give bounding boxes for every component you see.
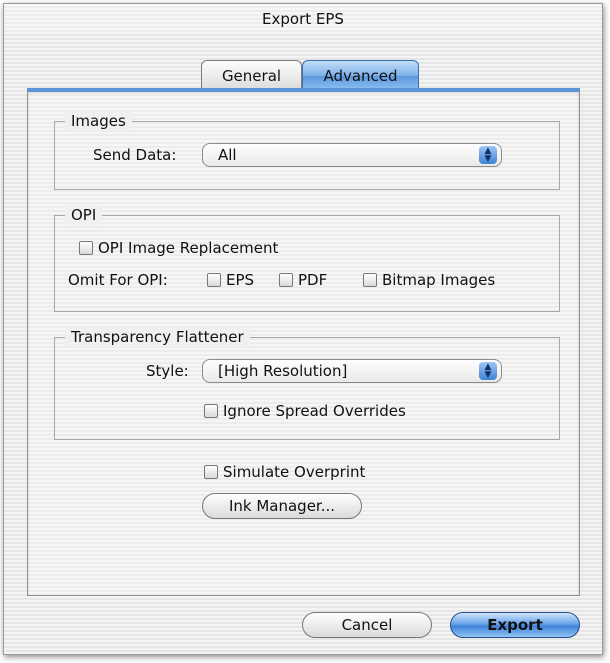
omit-eps-checkbox[interactable] <box>207 273 221 287</box>
omit-for-opi-label: Omit For OPI: <box>68 271 168 289</box>
style-select[interactable]: [High Resolution] ▲ ▼ <box>202 359 502 383</box>
select-arrows-icon: ▲ ▼ <box>479 146 497 164</box>
ignore-spread-overrides-label: Ignore Spread Overrides <box>223 402 406 420</box>
tab-advanced[interactable]: Advanced <box>302 60 419 90</box>
title-bar: Export EPS <box>4 4 602 34</box>
export-eps-dialog: Export EPS General Advanced Images Send … <box>3 3 603 655</box>
opi-image-replacement-label: OPI Image Replacement <box>98 239 279 257</box>
select-arrows-icon: ▲ ▼ <box>479 362 497 380</box>
transparency-flattener-group: Transparency Flattener <box>54 327 560 440</box>
cancel-button[interactable]: Cancel <box>302 612 432 638</box>
simulate-overprint-label: Simulate Overprint <box>223 463 366 481</box>
opi-legend: OPI <box>65 205 103 225</box>
omit-pdf-checkbox[interactable] <box>279 273 293 287</box>
opi-group: OPI <box>54 205 560 312</box>
omit-eps-label: EPS <box>226 271 255 289</box>
send-data-value: All <box>218 146 237 164</box>
send-data-label: Send Data: <box>93 146 177 164</box>
omit-bitmap-label: Bitmap Images <box>382 271 496 289</box>
omit-bitmap-checkbox[interactable] <box>363 273 377 287</box>
simulate-overprint-checkbox[interactable] <box>204 465 218 479</box>
transparency-flattener-legend: Transparency Flattener <box>65 327 250 347</box>
window-title: Export EPS <box>262 10 344 28</box>
omit-pdf-label: PDF <box>298 271 328 289</box>
export-button[interactable]: Export <box>450 612 580 638</box>
tab-general[interactable]: General <box>201 60 302 90</box>
opi-image-replacement-checkbox[interactable] <box>79 241 93 255</box>
style-label: Style: <box>146 362 189 380</box>
style-value: [High Resolution] <box>218 362 348 380</box>
ink-manager-button[interactable]: Ink Manager... <box>202 493 362 519</box>
send-data-select[interactable]: All ▲ ▼ <box>202 143 502 167</box>
ignore-spread-overrides-checkbox[interactable] <box>204 404 218 418</box>
images-legend: Images <box>65 111 132 131</box>
